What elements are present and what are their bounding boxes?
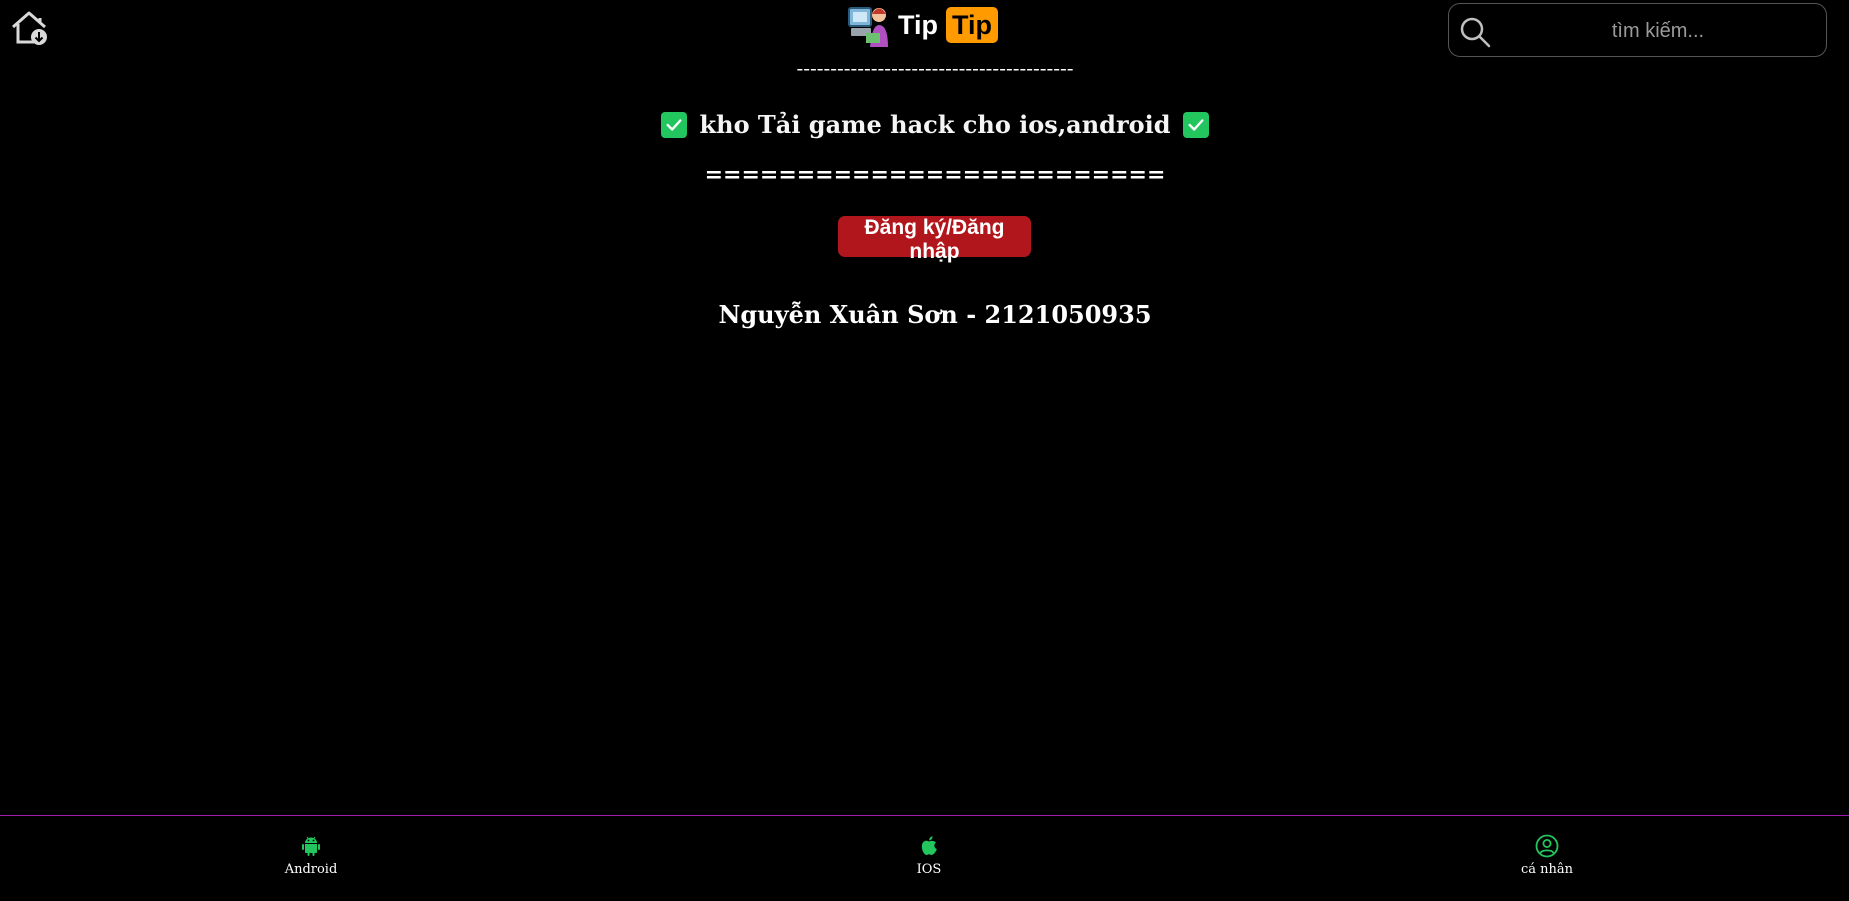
home-button[interactable] [10, 8, 50, 48]
bottom-nav: Android IOS cá nhân [0, 815, 1849, 901]
nav-item-ios[interactable]: IOS [869, 834, 989, 877]
nav-item-android[interactable]: Android [251, 834, 371, 877]
headline-text: kho Tải game hack cho ios,android [699, 110, 1171, 139]
home-download-icon [12, 11, 47, 45]
user-circle-icon [1535, 834, 1559, 858]
nav-item-profile[interactable]: cá nhân [1487, 834, 1607, 877]
check-mark-icon [1182, 111, 1209, 138]
nav-label-profile: cá nhân [1520, 862, 1574, 877]
nav-label-ios: IOS [916, 862, 942, 877]
check-mark-icon [661, 111, 688, 138]
site-logo[interactable]: Tip Tip [846, 4, 998, 47]
nav-label-android: Android [284, 862, 338, 877]
page-headline: kho Tải game hack cho ios,android [0, 110, 1849, 139]
register-login-button[interactable]: Đăng ký/Đăng nhập [838, 216, 1031, 263]
divider-bottom: ========================= [704, 162, 1166, 188]
logo-mascot-icon [848, 7, 888, 47]
apple-icon [921, 836, 937, 855]
search-box [1448, 3, 1827, 57]
android-icon [302, 836, 320, 856]
logo-text-highlight: Tip [946, 7, 998, 43]
search-input[interactable] [1501, 10, 1815, 52]
divider-top: ----------------------------------------… [796, 56, 1074, 80]
search-icon[interactable] [1459, 16, 1491, 48]
author-credit: Nguyễn Xuân Sơn - 2121050935 [718, 300, 1152, 329]
logo-text-primary: Tip [898, 9, 938, 40]
